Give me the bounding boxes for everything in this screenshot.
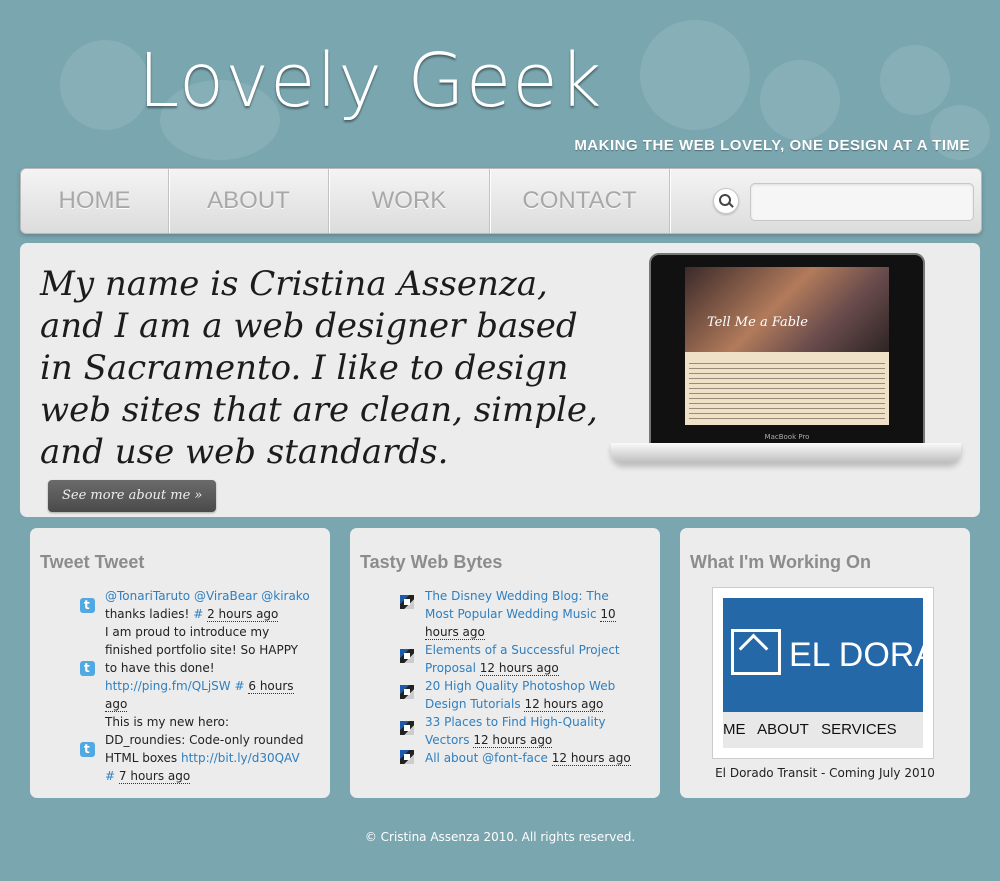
working-on-title: What I'm Working On <box>690 552 871 572</box>
bytes-item: 20 High Quality Photoshop Web Design Tut… <box>400 677 632 713</box>
bytes-time[interactable]: 12 hours ago <box>479 661 559 676</box>
tweet-time[interactable]: 7 hours ago <box>118 769 191 784</box>
nav-contact[interactable]: CONTACT <box>490 169 670 233</box>
bytes-item: 33 Places to Find High-Quality Vectors 1… <box>400 713 632 749</box>
hero-intro: My name is Cristina Assenza, and I am a … <box>40 263 610 515</box>
twitter-icon <box>80 659 95 677</box>
bytes-time[interactable]: 12 hours ago <box>473 733 553 748</box>
bytes-list: The Disney Wedding Blog: The Most Popula… <box>400 587 632 767</box>
tweets-panel: Tweet Tweet @TonariTaruto @ViraBear @kir… <box>30 528 330 798</box>
bytes-title: Tasty Web Bytes <box>360 552 503 572</box>
bytes-time[interactable]: 12 hours ago <box>551 751 631 766</box>
screen-title: Tell Me a Fable <box>707 315 808 330</box>
bokeh-decoration <box>640 20 750 130</box>
bokeh-decoration <box>760 60 840 140</box>
project-preview-nav: ME ABOUT SERVICES <box>723 712 923 748</box>
nav-home[interactable]: HOME <box>21 169 169 233</box>
bytes-time[interactable]: 12 hours ago <box>524 697 604 712</box>
hero-section: My name is Cristina Assenza, and I am a … <box>20 243 980 517</box>
project-preview-title: EL DORA <box>789 636 923 674</box>
tweet-text: I am proud to introduce my finished port… <box>105 625 299 675</box>
nav-work[interactable]: WORK <box>329 169 490 233</box>
bokeh-decoration <box>880 45 950 115</box>
nav-about[interactable]: ABOUT <box>169 169 329 233</box>
tweet-link[interactable]: @TonariTaruto @ViraBear @kirako <box>105 589 310 603</box>
laptop-label: MacBook Pro <box>764 433 810 441</box>
tweet-link[interactable]: http://ping.fm/QLjSW <box>105 679 231 693</box>
delicious-icon <box>400 649 414 663</box>
tweet-item: This is my new hero: DD_roundies: Code-o… <box>80 713 312 785</box>
site-tagline: MAKING THE WEB LOVELY, ONE DESIGN AT A T… <box>574 137 970 154</box>
house-logo-icon <box>731 629 781 675</box>
bytes-item: All about @font-face 12 hours ago <box>400 749 632 767</box>
twitter-icon <box>80 740 95 758</box>
project-thumbnail[interactable]: EL DORA ME ABOUT SERVICES <box>712 587 934 759</box>
delicious-icon <box>400 685 414 699</box>
delicious-icon <box>400 750 414 764</box>
tweet-text: thanks ladies! <box>105 607 194 621</box>
laptop-screen: Tell Me a Fable <box>685 267 889 425</box>
project-caption: El Dorado Transit - Coming July 2010 <box>715 766 935 780</box>
tweet-hash[interactable]: # <box>193 607 203 621</box>
tweet-list: @TonariTaruto @ViraBear @kirako thanks l… <box>80 587 312 785</box>
site-logo[interactable]: Lovely Geek <box>138 38 603 124</box>
screen-header-image <box>685 267 889 352</box>
screen-text-lines <box>689 361 885 421</box>
laptop-image: Tell Me a Fable MacBook Pro <box>611 253 961 475</box>
working-on-panel: What I'm Working On EL DORA ME ABOUT SER… <box>680 528 970 798</box>
hero-intro-text: My name is Cristina Assenza, and I am a … <box>40 264 598 472</box>
footer-copyright: © Cristina Assenza 2010. All rights rese… <box>364 830 636 844</box>
bytes-item: Elements of a Successful Project Proposa… <box>400 641 632 677</box>
delicious-icon <box>400 721 414 735</box>
tweet-link[interactable]: http://bit.ly/d30QAV <box>181 751 300 765</box>
search-input[interactable] <box>750 183 974 221</box>
twitter-icon <box>80 596 95 614</box>
tweet-item: @TonariTaruto @ViraBear @kirako thanks l… <box>80 587 312 623</box>
bytes-link[interactable]: All about @font-face <box>425 751 548 765</box>
search-icon[interactable] <box>713 188 739 214</box>
main-nav: HOME ABOUT WORK CONTACT <box>20 168 982 234</box>
tweet-item: I am proud to introduce my finished port… <box>80 623 312 713</box>
bokeh-decoration <box>60 40 150 130</box>
bytes-panel: Tasty Web Bytes The Disney Wedding Blog:… <box>350 528 660 798</box>
tweet-hash[interactable]: # <box>234 679 244 693</box>
project-preview-image: EL DORA ME ABOUT SERVICES <box>723 598 923 748</box>
laptop-lid: Tell Me a Fable MacBook Pro <box>649 253 925 447</box>
tweets-title: Tweet Tweet <box>40 552 145 572</box>
bytes-link[interactable]: The Disney Wedding Blog: The Most Popula… <box>425 589 609 621</box>
laptop-base <box>611 443 961 463</box>
see-more-button[interactable]: See more about me » <box>48 480 217 512</box>
bytes-item: The Disney Wedding Blog: The Most Popula… <box>400 587 632 641</box>
delicious-icon <box>400 595 414 609</box>
tweet-hash[interactable]: # <box>105 769 115 783</box>
tweet-time[interactable]: 2 hours ago <box>207 607 279 622</box>
